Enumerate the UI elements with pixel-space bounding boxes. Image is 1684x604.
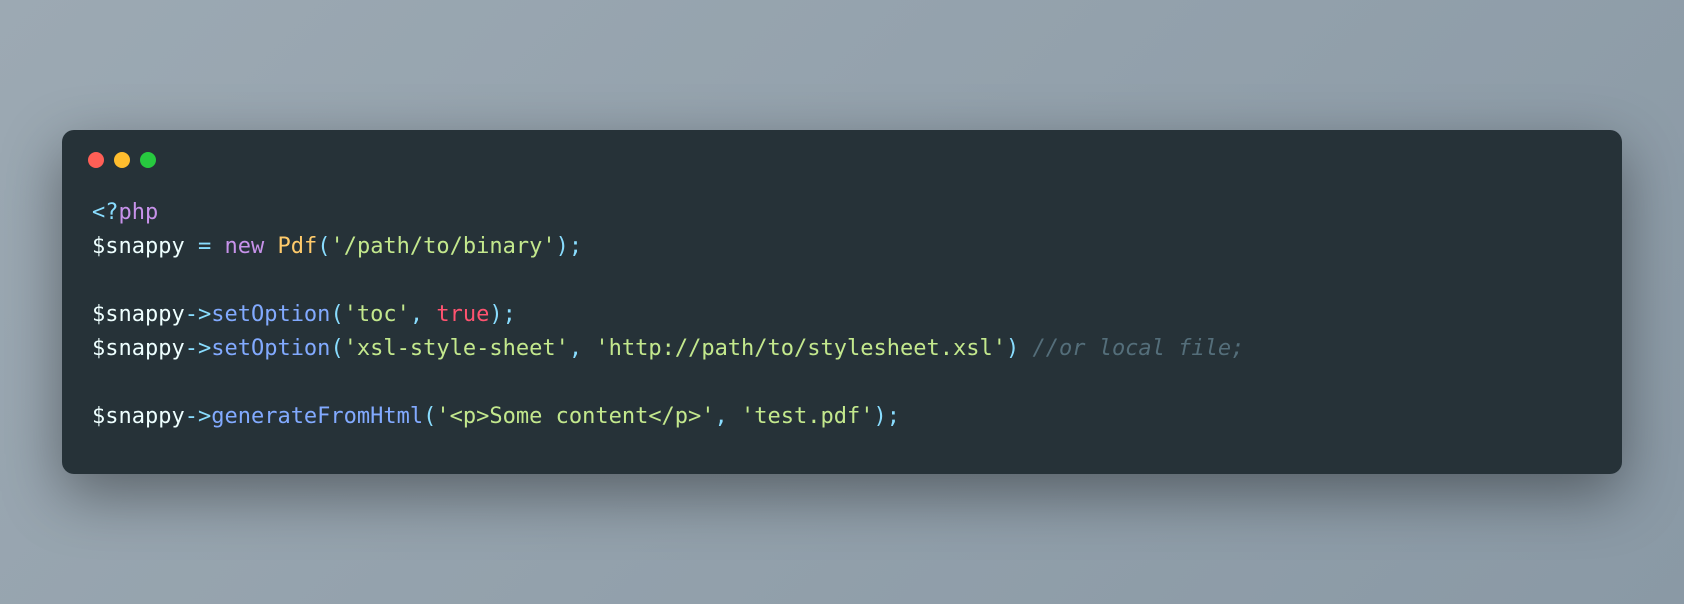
comma: ,: [410, 302, 437, 327]
paren: (: [317, 234, 330, 259]
method-call: setOption: [211, 302, 330, 327]
string-literal: 'xsl-style-sheet': [344, 336, 569, 361]
class-name: Pdf: [264, 234, 317, 259]
space: [1019, 336, 1032, 361]
boolean-literal: true: [436, 302, 489, 327]
arrow-operator: ->: [185, 336, 212, 361]
paren-close: ): [1006, 336, 1019, 361]
keyword-new: new: [224, 234, 264, 259]
string-literal: 'toc': [344, 302, 410, 327]
code-window: <?php $snappy = new Pdf('/path/to/binary…: [62, 130, 1622, 475]
variable: $snappy: [92, 302, 185, 327]
php-open-tag: <?: [92, 200, 119, 225]
comma: ,: [715, 404, 742, 429]
paren: (: [423, 404, 436, 429]
paren-close: );: [556, 234, 583, 259]
string-literal: '<p>Some content</p>': [436, 404, 714, 429]
variable: $snappy: [92, 336, 185, 361]
window-titlebar: [62, 130, 1622, 168]
paren: (: [330, 336, 343, 361]
close-icon[interactable]: [88, 152, 104, 168]
comma: ,: [569, 336, 596, 361]
string-literal: 'test.pdf': [741, 404, 873, 429]
maximize-icon[interactable]: [140, 152, 156, 168]
method-call: generateFromHtml: [211, 404, 423, 429]
arrow-operator: ->: [185, 404, 212, 429]
arrow-operator: ->: [185, 302, 212, 327]
comment: //or local file;: [1032, 336, 1244, 361]
paren: (: [330, 302, 343, 327]
minimize-icon[interactable]: [114, 152, 130, 168]
method-call: setOption: [211, 336, 330, 361]
code-block: <?php $snappy = new Pdf('/path/to/binary…: [62, 168, 1622, 475]
paren-close: );: [489, 302, 516, 327]
variable: $snappy: [92, 404, 185, 429]
paren-close: );: [874, 404, 901, 429]
string-literal: 'http://path/to/stylesheet.xsl': [595, 336, 1006, 361]
operator: =: [185, 234, 225, 259]
string-literal: '/path/to/binary': [330, 234, 555, 259]
php-keyword: php: [119, 200, 159, 225]
variable: $snappy: [92, 234, 185, 259]
